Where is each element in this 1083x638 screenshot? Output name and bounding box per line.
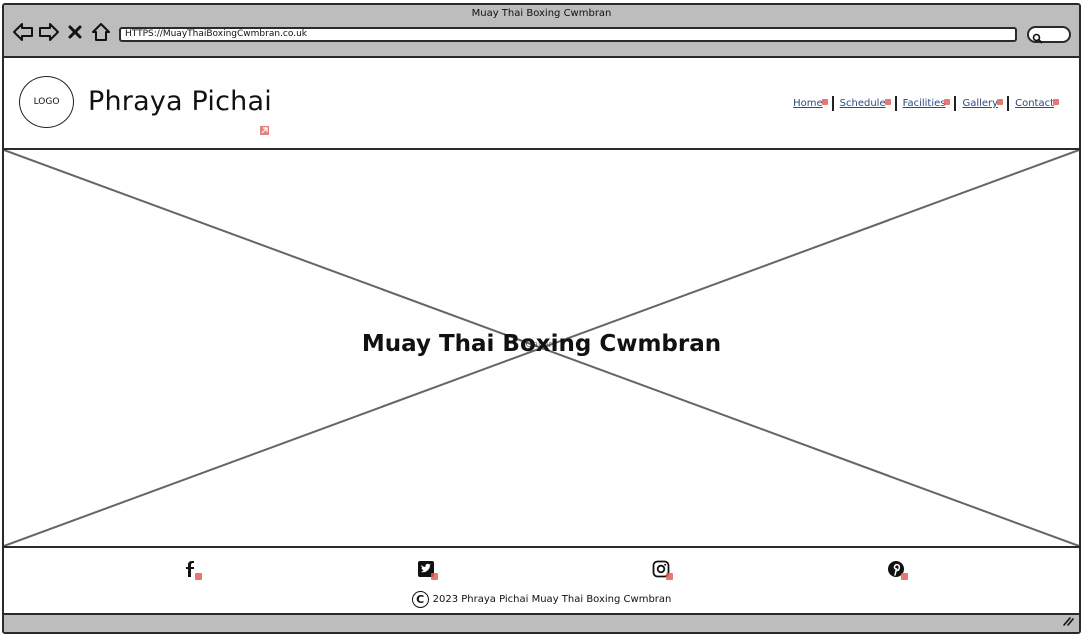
resize-grip-icon[interactable] [1062, 611, 1074, 630]
link-marker-icon [997, 99, 1004, 105]
browser-window: Muay Thai Boxing Cwmbran HTTPS://MuayTha… [2, 3, 1081, 634]
forward-arrow-icon[interactable] [38, 21, 60, 43]
nav-link-facilities[interactable]: Facilities [902, 98, 951, 109]
nav-label: Gallery [962, 98, 999, 109]
nav-label: Schedule [839, 98, 886, 109]
link-marker-icon [821, 99, 828, 105]
browser-search-box[interactable] [1027, 26, 1071, 44]
nav-divider [1007, 96, 1010, 111]
link-marker-icon [666, 573, 673, 580]
browser-nav-buttons [12, 21, 112, 43]
link-arrow-icon [260, 120, 269, 139]
browser-status-bar [4, 613, 1079, 632]
nav-divider [954, 96, 957, 111]
link-marker-icon [884, 99, 891, 105]
nav-label: Facilities [902, 98, 946, 109]
nav-link-home[interactable]: Home [793, 98, 828, 109]
nav-divider [894, 96, 897, 111]
nav-link-schedule[interactable]: Schedule [839, 98, 891, 109]
site-header: LOGO Phraya Pichai Home Schedule Facilit… [4, 58, 1079, 150]
back-arrow-icon[interactable] [12, 21, 34, 43]
copyright-icon: C [411, 591, 429, 608]
facebook-icon[interactable] [181, 560, 202, 580]
close-icon[interactable] [64, 21, 86, 43]
link-marker-icon [1053, 99, 1059, 105]
nav-link-contact[interactable]: Contact [1015, 98, 1059, 109]
twitter-icon[interactable] [417, 560, 438, 580]
brand-title[interactable]: Phraya Pichai [88, 86, 272, 117]
window-title: Muay Thai Boxing Cwmbran [471, 8, 612, 19]
copyright: C 2023 Phraya Pichai Muay Thai Boxing Cw… [4, 591, 1079, 608]
instagram-icon[interactable] [652, 560, 673, 580]
home-icon[interactable] [90, 21, 112, 43]
link-marker-icon [944, 99, 951, 105]
link-marker-icon [901, 573, 908, 580]
main-nav: Home Schedule Facilities Gallery Contact [793, 96, 1059, 111]
hero-title: Muay Thai Boxing Cwmbran [361, 331, 722, 357]
copyright-text: 2023 Phraya Pichai Muay Thai Boxing Cwmb… [432, 594, 672, 605]
site-logo[interactable]: LOGO [19, 76, 74, 128]
nav-label: Home [793, 98, 823, 109]
nav-divider [831, 96, 834, 111]
link-marker-icon [431, 573, 438, 580]
nav-link-gallery[interactable]: Gallery [962, 98, 1004, 109]
pinterest-icon[interactable] [887, 560, 908, 580]
address-bar[interactable]: HTTPS://MuayThaiBoxingCwmbran.co.uk [119, 27, 1017, 42]
browser-toolbar: Muay Thai Boxing Cwmbran HTTPS://MuayTha… [4, 5, 1079, 58]
site-footer: C 2023 Phraya Pichai Muay Thai Boxing Cw… [4, 548, 1079, 613]
link-marker-icon [195, 573, 202, 580]
nav-label: Contact [1015, 98, 1054, 109]
hero-image-placeholder: Gallery Muay Thai Boxing Cwmbran [4, 150, 1079, 548]
search-icon [1032, 29, 1043, 48]
